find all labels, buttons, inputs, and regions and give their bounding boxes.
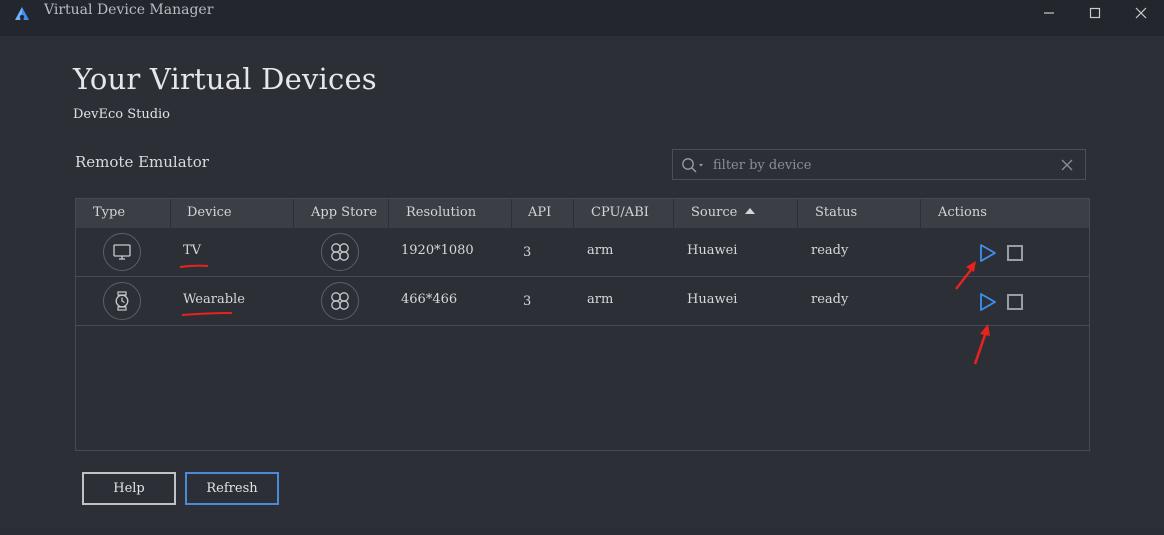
api-level: 3 bbox=[523, 245, 532, 260]
annotation-arrow bbox=[955, 261, 976, 290]
maximize-icon bbox=[1089, 7, 1101, 19]
app-store-cell bbox=[321, 233, 359, 271]
device-type-cell bbox=[103, 233, 141, 271]
cpu-abi: arm bbox=[587, 243, 614, 258]
help-button[interactable]: Help bbox=[82, 472, 176, 505]
refresh-button[interactable]: Refresh bbox=[185, 472, 279, 505]
clear-icon[interactable] bbox=[1061, 159, 1073, 171]
column-header-status[interactable]: Status bbox=[798, 199, 921, 228]
search-icon[interactable] bbox=[681, 157, 707, 173]
minimize-icon bbox=[1044, 12, 1054, 14]
page-subtitle: DevEco Studio bbox=[73, 107, 170, 122]
minimize-button[interactable] bbox=[1026, 0, 1072, 26]
device-filter-input[interactable] bbox=[711, 153, 1045, 178]
deveco-logo-icon bbox=[15, 7, 29, 20]
app-store-cell bbox=[321, 282, 359, 320]
device-name: Wearable bbox=[183, 292, 245, 307]
column-header-type[interactable]: Type bbox=[76, 199, 171, 228]
close-button[interactable] bbox=[1118, 0, 1164, 26]
page-title: Your Virtual Devices bbox=[73, 62, 377, 96]
column-header-device[interactable]: Device bbox=[171, 199, 294, 228]
sort-ascending-icon bbox=[745, 208, 756, 214]
cpu-abi: arm bbox=[587, 292, 614, 307]
status: ready bbox=[811, 243, 849, 258]
tv-icon bbox=[113, 244, 131, 260]
virtual-devices-table: Type Device App Store Resolution API CPU… bbox=[75, 198, 1090, 451]
section-title: Remote Emulator bbox=[75, 153, 209, 171]
stop-button[interactable] bbox=[1007, 245, 1023, 261]
api-level: 3 bbox=[523, 294, 532, 309]
resolution: 466*466 bbox=[401, 292, 458, 307]
table-header: Type Device App Store Resolution API CPU… bbox=[76, 199, 1089, 228]
annotation-arrow bbox=[973, 324, 990, 365]
title-bar: Virtual Device Manager bbox=[0, 0, 1164, 36]
source: Huawei bbox=[687, 243, 738, 258]
app-store-icon bbox=[331, 292, 349, 310]
column-header-cpu-abi[interactable]: CPU/ABI bbox=[574, 199, 674, 228]
device-name: TV bbox=[183, 243, 202, 258]
play-icon[interactable] bbox=[978, 292, 998, 312]
column-header-app-store[interactable]: App Store bbox=[294, 199, 389, 228]
column-header-resolution[interactable]: Resolution bbox=[389, 199, 512, 228]
table-row[interactable]: Wearable 466*466 3 arm Huawei ready bbox=[76, 277, 1089, 326]
annotation-underline bbox=[179, 264, 209, 268]
app-store-icon bbox=[331, 243, 349, 261]
column-header-api[interactable]: API bbox=[512, 199, 574, 228]
watch-icon bbox=[115, 291, 129, 311]
status: ready bbox=[811, 292, 849, 307]
column-header-source[interactable]: Source bbox=[674, 199, 798, 228]
window-bottom-edge bbox=[0, 528, 1164, 535]
table-row[interactable]: TV 1920*1080 3 arm Huawei ready bbox=[76, 228, 1089, 277]
close-icon bbox=[1135, 7, 1147, 19]
column-header-actions: Actions bbox=[938, 205, 987, 220]
resolution: 1920*1080 bbox=[401, 243, 474, 258]
device-filter-box bbox=[672, 149, 1086, 180]
annotation-underline bbox=[181, 312, 233, 316]
window-title: Virtual Device Manager bbox=[44, 2, 214, 18]
stop-button[interactable] bbox=[1007, 294, 1023, 310]
device-type-cell bbox=[103, 282, 141, 320]
source: Huawei bbox=[687, 292, 738, 307]
maximize-button[interactable] bbox=[1072, 0, 1118, 26]
